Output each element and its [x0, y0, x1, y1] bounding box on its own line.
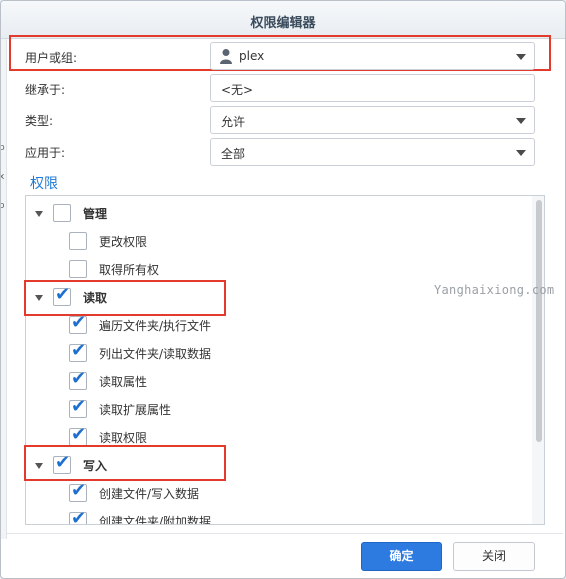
- checkmark-icon: ✔: [71, 396, 87, 417]
- item-label: 列出文件夹/读取数据: [99, 347, 212, 361]
- item-label: 读取属性: [99, 375, 148, 389]
- checkmark-icon: ✔: [71, 480, 87, 501]
- item-checkbox[interactable]: ✔: [69, 424, 87, 446]
- type-value: 允许: [221, 115, 246, 129]
- user-icon: [220, 49, 232, 64]
- highlight-box-write: [24, 445, 226, 481]
- group-label: 管理: [83, 207, 108, 221]
- inherit-value: <无>: [221, 83, 254, 97]
- item-checkbox[interactable]: ✔: [69, 368, 87, 390]
- inherit-label: 继承于:: [25, 83, 66, 97]
- edge-char: b: [1, 143, 5, 153]
- user-select[interactable]: plex: [210, 42, 535, 70]
- item-label: 创建文件/写入数据: [99, 487, 200, 501]
- apply-label: 应用于:: [25, 146, 66, 160]
- item-label: 读取扩展属性: [99, 403, 172, 417]
- watermark: Yanghaixiong.com: [434, 283, 555, 297]
- item-checkbox[interactable]: [69, 260, 87, 278]
- checkmark-icon: ✔: [71, 508, 87, 525]
- permission-item: ✔ 创建文件/写入数据: [26, 480, 526, 505]
- permissions-title: 权限: [30, 176, 58, 192]
- permission-item: ✔ 创建文件夹/附加数据: [26, 508, 526, 525]
- permission-item: ✔ 读取属性: [26, 368, 526, 393]
- user-value: plex: [239, 49, 265, 63]
- edge-char: x: [1, 172, 4, 182]
- item-label: 取得所有权: [99, 263, 160, 277]
- close-button[interactable]: 关闭: [453, 542, 535, 571]
- item-checkbox[interactable]: ✔: [69, 480, 87, 502]
- group-checkbox-manage[interactable]: [53, 204, 71, 222]
- item-label: 创建文件夹/附加数据: [99, 515, 212, 525]
- permission-group-manage: 管理: [26, 203, 526, 225]
- chevron-down-icon: [516, 118, 526, 124]
- edge-char: o: [1, 201, 5, 211]
- item-label: 读取权限: [99, 431, 148, 445]
- type-select[interactable]: 允许: [210, 106, 535, 134]
- item-checkbox[interactable]: ✔: [69, 508, 87, 525]
- item-checkbox[interactable]: [69, 232, 87, 250]
- permission-item: 更改权限: [26, 231, 526, 253]
- type-label: 类型:: [25, 114, 54, 128]
- permission-item: ✔ 读取扩展属性: [26, 396, 526, 421]
- checkmark-icon: ✔: [71, 312, 87, 333]
- chevron-down-icon: [516, 150, 526, 156]
- checkmark-icon: ✔: [71, 424, 87, 445]
- item-checkbox[interactable]: ✔: [69, 312, 87, 334]
- inherit-field: <无>: [210, 74, 535, 102]
- permission-editor-window: 权限编辑器 b x o 用户或组: plex 继承于: <无> 类型: 允许 应…: [0, 0, 566, 579]
- chevron-down-icon: [516, 54, 526, 60]
- item-label: 更改权限: [99, 235, 148, 249]
- scrollbar-thumb[interactable]: [536, 200, 542, 442]
- item-checkbox[interactable]: ✔: [69, 396, 87, 418]
- left-edge-strip: b x o: [1, 39, 7, 539]
- permission-item: ✔ 列出文件夹/读取数据: [26, 340, 526, 365]
- item-label: 遍历文件夹/执行文件: [99, 319, 212, 333]
- footer-divider: [7, 533, 563, 534]
- apply-value: 全部: [221, 147, 246, 161]
- titlebar: 权限编辑器: [1, 1, 565, 39]
- scrollbar[interactable]: [532, 196, 544, 524]
- window-title: 权限编辑器: [250, 16, 316, 31]
- permission-item: ✔ 遍历文件夹/执行文件: [26, 312, 526, 337]
- checkmark-icon: ✔: [71, 340, 87, 361]
- ok-button[interactable]: 确定: [361, 542, 442, 571]
- checkmark-icon: ✔: [71, 368, 87, 389]
- item-checkbox[interactable]: ✔: [69, 340, 87, 362]
- apply-select[interactable]: 全部: [210, 138, 535, 166]
- user-label: 用户或组:: [25, 51, 78, 65]
- highlight-box-read: [24, 280, 226, 316]
- permission-item: 取得所有权: [26, 259, 526, 281]
- expand-arrow-icon[interactable]: [35, 211, 43, 217]
